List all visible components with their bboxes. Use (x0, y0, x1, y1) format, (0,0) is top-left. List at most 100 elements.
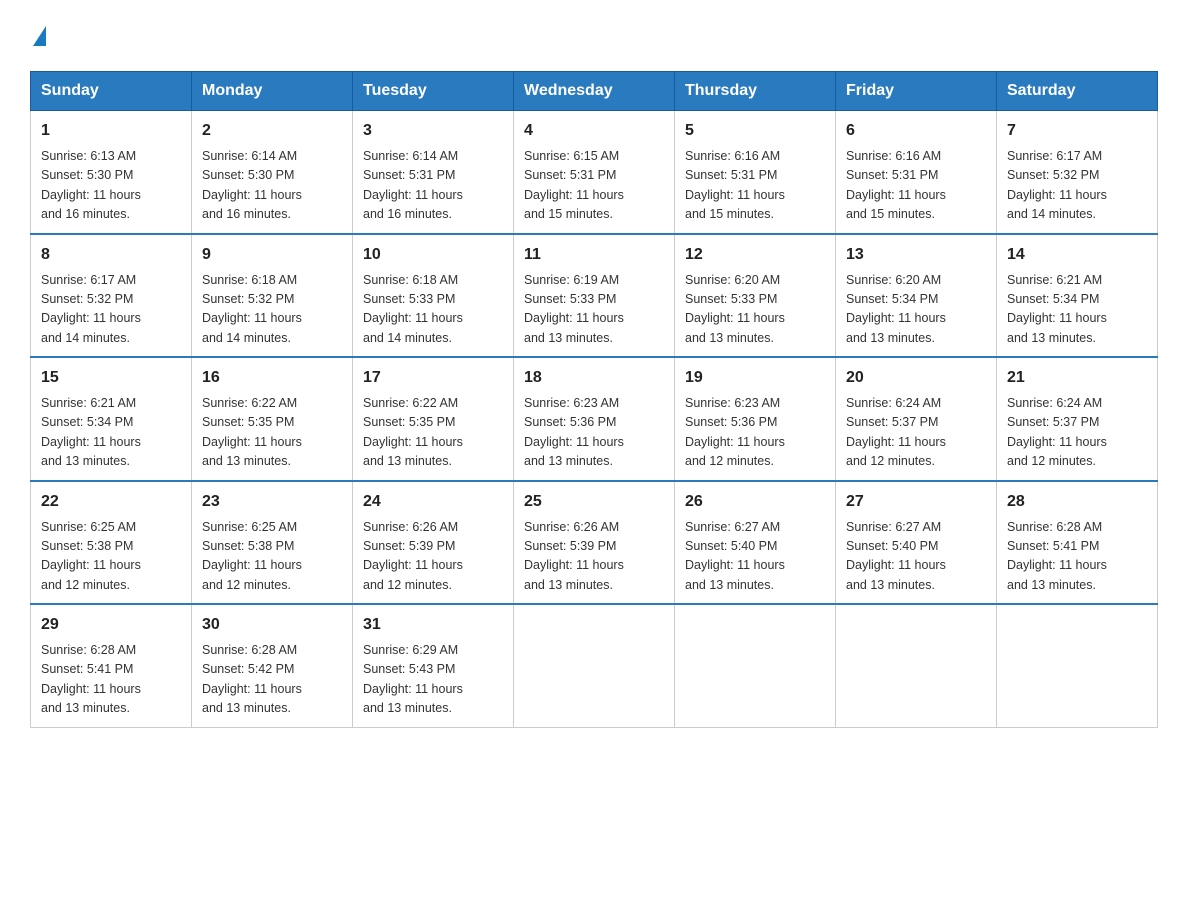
calendar-day-cell: 26 Sunrise: 6:27 AMSunset: 5:40 PMDaylig… (675, 481, 836, 605)
calendar-table: SundayMondayTuesdayWednesdayThursdayFrid… (30, 71, 1158, 728)
logo (30, 20, 46, 51)
day-number: 13 (846, 243, 986, 267)
day-info: Sunrise: 6:29 AMSunset: 5:43 PMDaylight:… (363, 641, 503, 719)
day-info: Sunrise: 6:23 AMSunset: 5:36 PMDaylight:… (685, 394, 825, 472)
header-thursday: Thursday (675, 72, 836, 111)
day-info: Sunrise: 6:21 AMSunset: 5:34 PMDaylight:… (41, 394, 181, 472)
day-info: Sunrise: 6:18 AMSunset: 5:33 PMDaylight:… (363, 271, 503, 349)
day-number: 17 (363, 366, 503, 390)
day-number: 6 (846, 119, 986, 143)
day-info: Sunrise: 6:17 AMSunset: 5:32 PMDaylight:… (41, 271, 181, 349)
calendar-day-cell: 5 Sunrise: 6:16 AMSunset: 5:31 PMDayligh… (675, 111, 836, 234)
calendar-day-cell: 9 Sunrise: 6:18 AMSunset: 5:32 PMDayligh… (192, 234, 353, 358)
calendar-day-cell: 27 Sunrise: 6:27 AMSunset: 5:40 PMDaylig… (836, 481, 997, 605)
calendar-day-cell: 14 Sunrise: 6:21 AMSunset: 5:34 PMDaylig… (997, 234, 1158, 358)
header-monday: Monday (192, 72, 353, 111)
calendar-day-cell: 30 Sunrise: 6:28 AMSunset: 5:42 PMDaylig… (192, 604, 353, 727)
header-friday: Friday (836, 72, 997, 111)
day-info: Sunrise: 6:19 AMSunset: 5:33 PMDaylight:… (524, 271, 664, 349)
calendar-week-row: 22 Sunrise: 6:25 AMSunset: 5:38 PMDaylig… (31, 481, 1158, 605)
day-number: 1 (41, 119, 181, 143)
calendar-day-cell: 24 Sunrise: 6:26 AMSunset: 5:39 PMDaylig… (353, 481, 514, 605)
calendar-day-cell: 19 Sunrise: 6:23 AMSunset: 5:36 PMDaylig… (675, 357, 836, 481)
day-number: 9 (202, 243, 342, 267)
day-number: 10 (363, 243, 503, 267)
day-number: 28 (1007, 490, 1147, 514)
calendar-day-cell: 1 Sunrise: 6:13 AMSunset: 5:30 PMDayligh… (31, 111, 192, 234)
calendar-day-cell: 28 Sunrise: 6:28 AMSunset: 5:41 PMDaylig… (997, 481, 1158, 605)
day-info: Sunrise: 6:15 AMSunset: 5:31 PMDaylight:… (524, 147, 664, 225)
calendar-day-cell: 22 Sunrise: 6:25 AMSunset: 5:38 PMDaylig… (31, 481, 192, 605)
day-number: 14 (1007, 243, 1147, 267)
calendar-day-cell (675, 604, 836, 727)
day-number: 30 (202, 613, 342, 637)
day-info: Sunrise: 6:21 AMSunset: 5:34 PMDaylight:… (1007, 271, 1147, 349)
header-tuesday: Tuesday (353, 72, 514, 111)
day-info: Sunrise: 6:14 AMSunset: 5:30 PMDaylight:… (202, 147, 342, 225)
calendar-day-cell: 13 Sunrise: 6:20 AMSunset: 5:34 PMDaylig… (836, 234, 997, 358)
day-info: Sunrise: 6:25 AMSunset: 5:38 PMDaylight:… (202, 518, 342, 596)
calendar-day-cell: 18 Sunrise: 6:23 AMSunset: 5:36 PMDaylig… (514, 357, 675, 481)
day-number: 12 (685, 243, 825, 267)
day-number: 21 (1007, 366, 1147, 390)
day-info: Sunrise: 6:20 AMSunset: 5:33 PMDaylight:… (685, 271, 825, 349)
calendar-day-cell: 11 Sunrise: 6:19 AMSunset: 5:33 PMDaylig… (514, 234, 675, 358)
day-info: Sunrise: 6:20 AMSunset: 5:34 PMDaylight:… (846, 271, 986, 349)
calendar-header-row: SundayMondayTuesdayWednesdayThursdayFrid… (31, 72, 1158, 111)
day-number: 8 (41, 243, 181, 267)
calendar-day-cell: 10 Sunrise: 6:18 AMSunset: 5:33 PMDaylig… (353, 234, 514, 358)
day-number: 27 (846, 490, 986, 514)
day-number: 29 (41, 613, 181, 637)
day-number: 5 (685, 119, 825, 143)
day-number: 18 (524, 366, 664, 390)
day-number: 3 (363, 119, 503, 143)
day-info: Sunrise: 6:25 AMSunset: 5:38 PMDaylight:… (41, 518, 181, 596)
day-info: Sunrise: 6:28 AMSunset: 5:41 PMDaylight:… (1007, 518, 1147, 596)
day-info: Sunrise: 6:17 AMSunset: 5:32 PMDaylight:… (1007, 147, 1147, 225)
day-info: Sunrise: 6:27 AMSunset: 5:40 PMDaylight:… (685, 518, 825, 596)
calendar-day-cell: 2 Sunrise: 6:14 AMSunset: 5:30 PMDayligh… (192, 111, 353, 234)
day-info: Sunrise: 6:24 AMSunset: 5:37 PMDaylight:… (1007, 394, 1147, 472)
day-info: Sunrise: 6:27 AMSunset: 5:40 PMDaylight:… (846, 518, 986, 596)
day-info: Sunrise: 6:22 AMSunset: 5:35 PMDaylight:… (202, 394, 342, 472)
calendar-day-cell: 7 Sunrise: 6:17 AMSunset: 5:32 PMDayligh… (997, 111, 1158, 234)
calendar-day-cell: 6 Sunrise: 6:16 AMSunset: 5:31 PMDayligh… (836, 111, 997, 234)
calendar-day-cell: 17 Sunrise: 6:22 AMSunset: 5:35 PMDaylig… (353, 357, 514, 481)
day-number: 31 (363, 613, 503, 637)
day-info: Sunrise: 6:28 AMSunset: 5:42 PMDaylight:… (202, 641, 342, 719)
calendar-day-cell: 31 Sunrise: 6:29 AMSunset: 5:43 PMDaylig… (353, 604, 514, 727)
day-number: 16 (202, 366, 342, 390)
calendar-day-cell: 25 Sunrise: 6:26 AMSunset: 5:39 PMDaylig… (514, 481, 675, 605)
day-number: 19 (685, 366, 825, 390)
day-number: 20 (846, 366, 986, 390)
calendar-week-row: 29 Sunrise: 6:28 AMSunset: 5:41 PMDaylig… (31, 604, 1158, 727)
day-number: 4 (524, 119, 664, 143)
calendar-day-cell: 8 Sunrise: 6:17 AMSunset: 5:32 PMDayligh… (31, 234, 192, 358)
header-saturday: Saturday (997, 72, 1158, 111)
day-number: 25 (524, 490, 664, 514)
day-info: Sunrise: 6:16 AMSunset: 5:31 PMDaylight:… (685, 147, 825, 225)
calendar-day-cell (836, 604, 997, 727)
calendar-day-cell: 12 Sunrise: 6:20 AMSunset: 5:33 PMDaylig… (675, 234, 836, 358)
page-header (30, 20, 1158, 51)
calendar-week-row: 8 Sunrise: 6:17 AMSunset: 5:32 PMDayligh… (31, 234, 1158, 358)
day-info: Sunrise: 6:28 AMSunset: 5:41 PMDaylight:… (41, 641, 181, 719)
calendar-day-cell: 16 Sunrise: 6:22 AMSunset: 5:35 PMDaylig… (192, 357, 353, 481)
day-info: Sunrise: 6:14 AMSunset: 5:31 PMDaylight:… (363, 147, 503, 225)
day-number: 22 (41, 490, 181, 514)
calendar-week-row: 15 Sunrise: 6:21 AMSunset: 5:34 PMDaylig… (31, 357, 1158, 481)
calendar-day-cell: 23 Sunrise: 6:25 AMSunset: 5:38 PMDaylig… (192, 481, 353, 605)
calendar-day-cell: 21 Sunrise: 6:24 AMSunset: 5:37 PMDaylig… (997, 357, 1158, 481)
calendar-day-cell: 20 Sunrise: 6:24 AMSunset: 5:37 PMDaylig… (836, 357, 997, 481)
header-wednesday: Wednesday (514, 72, 675, 111)
calendar-day-cell: 4 Sunrise: 6:15 AMSunset: 5:31 PMDayligh… (514, 111, 675, 234)
day-info: Sunrise: 6:13 AMSunset: 5:30 PMDaylight:… (41, 147, 181, 225)
day-info: Sunrise: 6:18 AMSunset: 5:32 PMDaylight:… (202, 271, 342, 349)
day-info: Sunrise: 6:26 AMSunset: 5:39 PMDaylight:… (524, 518, 664, 596)
calendar-week-row: 1 Sunrise: 6:13 AMSunset: 5:30 PMDayligh… (31, 111, 1158, 234)
calendar-day-cell: 29 Sunrise: 6:28 AMSunset: 5:41 PMDaylig… (31, 604, 192, 727)
day-info: Sunrise: 6:22 AMSunset: 5:35 PMDaylight:… (363, 394, 503, 472)
day-number: 7 (1007, 119, 1147, 143)
calendar-day-cell: 15 Sunrise: 6:21 AMSunset: 5:34 PMDaylig… (31, 357, 192, 481)
day-info: Sunrise: 6:16 AMSunset: 5:31 PMDaylight:… (846, 147, 986, 225)
